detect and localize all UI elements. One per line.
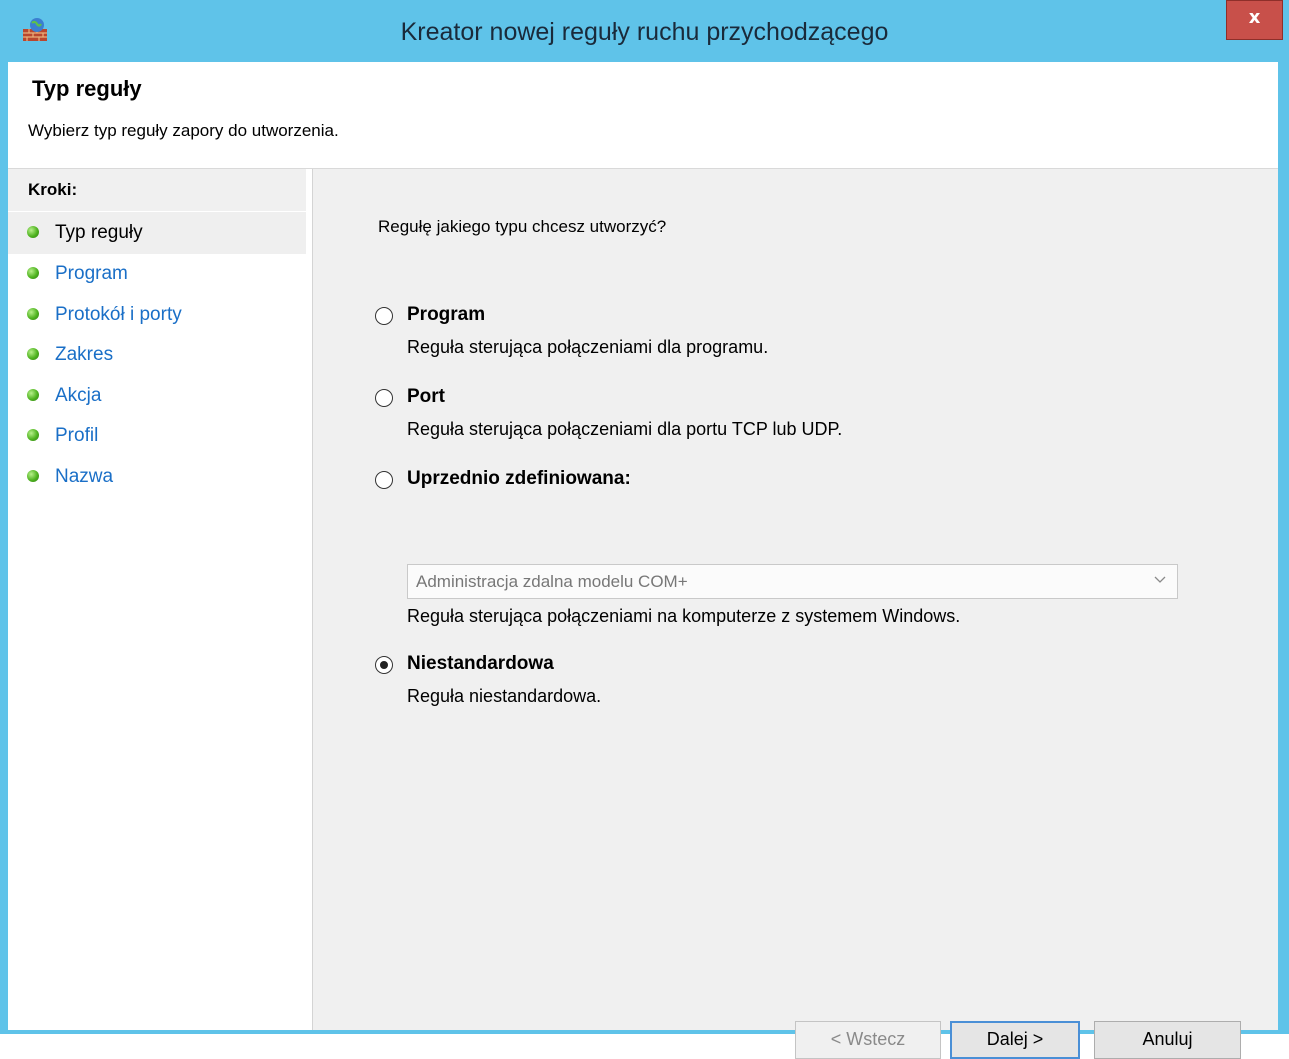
title-bar[interactable]: Kreator nowej reguły ruchu przychodząceg… [0, 0, 1289, 62]
step-akcja[interactable]: Akcja [8, 375, 306, 417]
chevron-down-icon [1154, 576, 1166, 583]
status-dot-icon [27, 470, 39, 482]
wizard-client-area: Typ reguły Wybierz typ reguły zapory do … [8, 62, 1278, 1059]
status-dot-icon [27, 389, 39, 401]
status-dot-icon [27, 308, 39, 320]
program-radio[interactable] [375, 307, 393, 325]
option-label[interactable]: Uprzednio zdefiniowana: [407, 468, 631, 490]
status-dot-icon [27, 267, 39, 279]
steps-sidebar: Kroki: Typ reguły Program Protokół i por… [8, 169, 313, 1030]
main-panel: Regułę jakiego typu chcesz utworzyć? Pro… [313, 169, 1278, 1059]
steps-heading: Kroki: [8, 169, 306, 211]
window-title: Kreator nowej reguły ruchu przychodząceg… [400, 18, 889, 46]
page-subtitle: Wybierz typ reguły zapory do utworzenia. [28, 121, 339, 140]
back-button[interactable]: < Wstecz [795, 1021, 941, 1059]
rule-type-question: Regułę jakiego typu chcesz utworzyć? [378, 217, 667, 236]
predefined-radio[interactable] [375, 471, 393, 489]
step-typ-reguly[interactable]: Typ reguły [8, 212, 306, 254]
next-button[interactable]: Dalej > [950, 1021, 1080, 1059]
option-description: Reguła niestandardowa. [407, 686, 602, 706]
port-radio[interactable] [375, 389, 393, 407]
step-label: Profil [55, 425, 99, 446]
option-description: Reguła sterująca połączeniami na kompute… [407, 606, 961, 626]
step-zakres[interactable]: Zakres [8, 334, 306, 376]
status-dot-icon [27, 429, 39, 441]
status-dot-icon [27, 226, 39, 238]
step-label: Akcja [55, 385, 102, 406]
step-program[interactable]: Program [8, 253, 306, 295]
wizard-header: Typ reguły Wybierz typ reguły zapory do … [8, 62, 1278, 169]
option-label[interactable]: Niestandardowa [407, 653, 554, 675]
cancel-button[interactable]: Anuluj [1094, 1021, 1241, 1059]
wizard-window: Kreator nowej reguły ruchu przychodząceg… [0, 0, 1289, 1059]
option-description: Reguła sterująca połączeniami dla portu … [407, 419, 843, 439]
step-label: Typ reguły [55, 222, 143, 243]
option-description: Reguła sterująca połączeniami dla progra… [407, 337, 769, 357]
step-nazwa[interactable]: Nazwa [8, 456, 306, 498]
status-dot-icon [27, 348, 39, 360]
select-value: Administracja zdalna modelu COM+ [416, 572, 688, 591]
option-label[interactable]: Program [407, 304, 485, 326]
step-label: Protokół i porty [55, 304, 182, 325]
step-label: Program [55, 263, 128, 284]
step-protokol-i-porty[interactable]: Protokół i porty [8, 294, 306, 336]
close-button[interactable]: x [1226, 0, 1283, 40]
option-label[interactable]: Port [407, 386, 445, 408]
step-label: Nazwa [55, 466, 114, 487]
predefined-rule-select[interactable]: Administracja zdalna modelu COM+ [407, 564, 1178, 599]
step-profil[interactable]: Profil [8, 415, 306, 457]
page-title: Typ reguły [32, 76, 142, 101]
steps-heading-label: Kroki: [28, 180, 78, 199]
step-label: Zakres [55, 344, 114, 365]
custom-radio[interactable] [375, 656, 393, 674]
